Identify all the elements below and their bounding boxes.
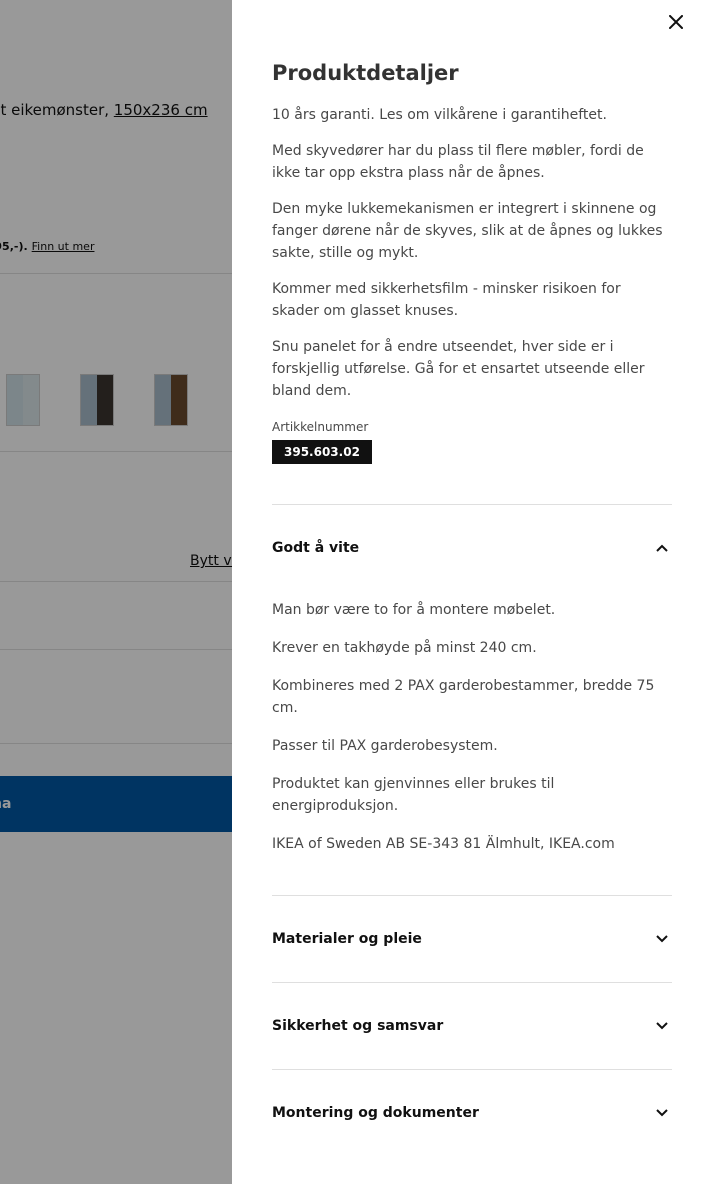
- chevron-down-icon: [652, 1103, 672, 1123]
- close-icon: [669, 15, 683, 29]
- accordion-assembly-documents[interactable]: Montering og dokumenter: [272, 1070, 672, 1156]
- good-to-know-item: Kombineres med 2 PAX garderobestammer, b…: [272, 678, 655, 716]
- detail-paragraph: Den myke lukkemekanismen er integrert i …: [272, 201, 663, 261]
- accordion-label: Materialer og pleie: [272, 931, 422, 947]
- close-button[interactable]: [660, 8, 692, 36]
- good-to-know-item: Produktet kan gjenvinnes eller brukes ti…: [272, 776, 555, 814]
- sheet-title: Produktdetaljer: [272, 61, 459, 85]
- modal-overlay[interactable]: [0, 0, 232, 1184]
- accordion-label: Montering og dokumenter: [272, 1105, 479, 1121]
- detail-paragraph: Med skyvedører har du plass til flere mø…: [272, 143, 644, 181]
- detail-paragraph: 10 års garanti. Les om vilkårene i garan…: [272, 107, 607, 123]
- good-to-know-item: IKEA of Sweden AB SE-343 81 Älmhult, IKE…: [272, 836, 615, 852]
- good-to-know-item: Krever en takhøyde på minst 240 cm.: [272, 640, 537, 656]
- product-details-sheet: Produktdetaljer 10 års garanti. Les om v…: [232, 0, 714, 1184]
- detail-paragraph: Kommer med sikkerhetsfilm - minsker risi…: [272, 281, 621, 319]
- article-number: 395.603.02: [272, 440, 372, 464]
- detail-paragraph: Snu panelet for å endre utseendet, hver …: [272, 339, 645, 399]
- article-number-label: Artikkelnummer: [272, 420, 369, 434]
- accordion-safety-compliance[interactable]: Sikkerhet og samsvar: [272, 983, 672, 1069]
- accordion-materials-care[interactable]: Materialer og pleie: [272, 896, 672, 982]
- good-to-know-item: Man bør være to for å montere møbelet.: [272, 602, 556, 618]
- background-page: eiset eikemønster, 150x236 cm t 4195,-).…: [0, 0, 232, 1184]
- sheet-content: Produktdetaljer 10 års garanti. Les om v…: [272, 58, 672, 1156]
- accordion-label: Sikkerhet og samsvar: [272, 1018, 444, 1034]
- chevron-down-icon: [652, 929, 672, 949]
- chevron-up-icon: [652, 538, 672, 558]
- accordion-good-to-know-content: Man bør være to for å montere møbelet. K…: [272, 591, 672, 895]
- accordion-label: Godt å vite: [272, 540, 360, 556]
- good-to-know-item: Passer til PAX garderobesystem.: [272, 738, 498, 754]
- chevron-down-icon: [652, 1016, 672, 1036]
- accordion-good-to-know[interactable]: Godt å vite: [272, 505, 672, 591]
